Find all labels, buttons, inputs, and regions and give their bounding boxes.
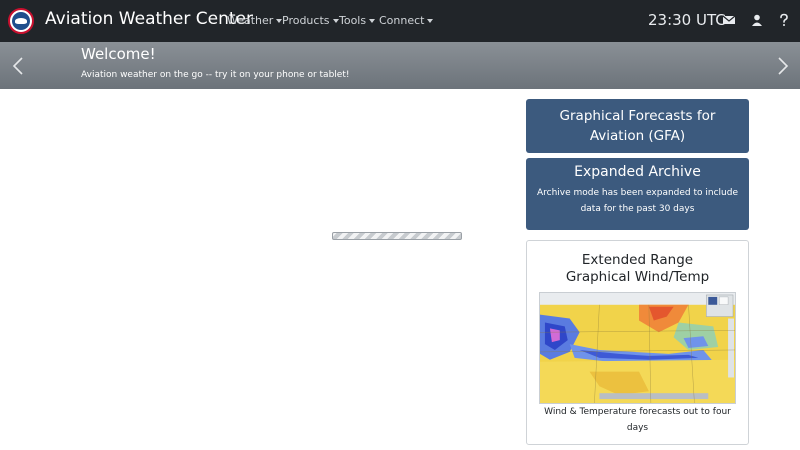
extended-desc-line1: Wind & Temperature forecasts out to four <box>544 407 731 417</box>
archive-desc-line1: Archive mode has been expanded to includ… <box>536 188 738 198</box>
envelope-icon[interactable] <box>722 13 736 27</box>
menu-weather[interactable]: Weather <box>227 14 283 27</box>
gfa-title-line2: Aviation (GFA) <box>589 128 686 144</box>
carousel-next-icon[interactable] <box>776 56 790 76</box>
archive-title: Expanded Archive <box>574 164 701 180</box>
noaa-logo-icon[interactable] <box>8 8 34 34</box>
chevron-down-icon <box>427 19 434 23</box>
extended-desc-line2: days <box>626 423 649 433</box>
archive-desc-line2: data for the past 30 days <box>580 204 695 214</box>
welcome-carousel: Welcome! Aviation weather on the go -- t… <box>0 42 800 89</box>
utc-clock: 23:30 UTC <box>648 11 726 29</box>
menu-products[interactable]: Products <box>282 14 339 27</box>
gfa-title-line1: Graphical Forecasts for <box>559 108 716 124</box>
banner-text: Aviation weather on the go -- try it on … <box>81 70 350 80</box>
expanded-archive-card[interactable]: Expanded Archive Archive mode has been e… <box>526 158 749 230</box>
menu-connect[interactable]: Connect <box>379 14 434 27</box>
extended-title-line1: Extended Range <box>581 252 694 268</box>
menu-tools[interactable]: Tools <box>339 14 376 27</box>
chevron-down-icon <box>369 19 376 23</box>
site-title[interactable]: Aviation Weather Center <box>45 9 253 29</box>
loading-progress-bar <box>332 232 462 240</box>
extended-title-line2: Graphical Wind/Temp <box>565 269 710 285</box>
banner-title: Welcome! <box>81 45 156 63</box>
user-icon[interactable] <box>750 13 764 27</box>
extended-range-card[interactable]: Extended Range Graphical Wind/Temp Wind … <box>526 240 749 445</box>
wind-temp-map-thumbnail[interactable] <box>539 292 736 404</box>
gfa-card[interactable]: Graphical Forecasts for Aviation (GFA) <box>526 99 749 153</box>
chevron-down-icon <box>332 19 339 23</box>
help-icon[interactable] <box>777 13 791 27</box>
carousel-prev-icon[interactable] <box>11 56 25 76</box>
top-navbar: Aviation Weather Center Weather Products… <box>0 0 800 42</box>
